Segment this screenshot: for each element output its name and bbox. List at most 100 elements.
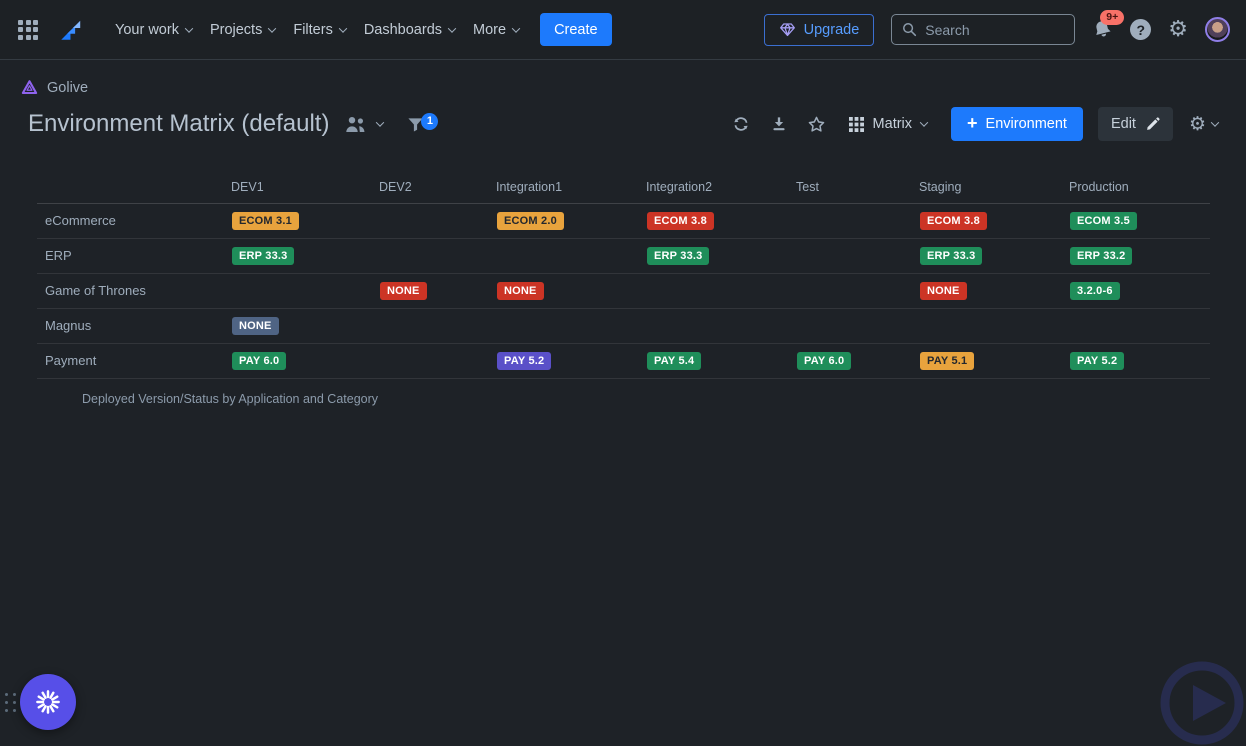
people-icon: [345, 116, 367, 133]
view-selector-dropdown[interactable]: Matrix: [839, 107, 937, 141]
version-badge[interactable]: PAY 5.4: [647, 352, 701, 370]
matrix-cell: [377, 203, 494, 238]
version-badge[interactable]: ECOM 3.8: [647, 212, 714, 230]
version-badge[interactable]: ECOM 2.0: [497, 212, 564, 230]
gear-icon: ⚙: [1168, 19, 1188, 41]
search-box[interactable]: [891, 14, 1075, 45]
top-navbar: Your work Projects Filters Dashboards Mo…: [0, 0, 1246, 60]
refresh-icon: [732, 115, 750, 133]
search-icon: [902, 22, 917, 37]
user-avatar[interactable]: [1205, 17, 1230, 42]
matrix-cell: PAY 5.4: [644, 343, 794, 378]
title-icons: 1: [345, 116, 438, 133]
upgrade-button[interactable]: Upgrade: [764, 14, 875, 46]
shared-with-button[interactable]: [345, 116, 367, 133]
matrix-cell: [644, 273, 794, 308]
matrix-cell: [794, 273, 917, 308]
nav-item-dashboards[interactable]: Dashboards: [355, 14, 464, 46]
matrix-cell: ERP 33.3: [917, 238, 1067, 273]
settings-button[interactable]: ⚙: [1168, 19, 1188, 41]
question-glyph: ?: [1136, 22, 1145, 38]
refresh-button[interactable]: [725, 108, 757, 140]
favorite-button[interactable]: [801, 108, 833, 140]
add-environment-button[interactable]: + Environment: [951, 107, 1083, 141]
matrix-cell: [794, 308, 917, 343]
create-button[interactable]: Create: [540, 13, 612, 46]
jira-logo[interactable]: [58, 17, 84, 43]
nav-item-more[interactable]: More: [464, 14, 528, 46]
matrix-cell: ECOM 3.5: [1067, 203, 1210, 238]
matrix-cell: [229, 273, 377, 308]
search-input[interactable]: [925, 22, 1055, 38]
widget-drag-handle[interactable]: [5, 693, 16, 712]
matrix-caption: Deployed Version/Status by Application a…: [82, 392, 1246, 406]
chevron-down-icon: [1211, 118, 1219, 126]
version-badge[interactable]: PAY 6.0: [232, 352, 286, 370]
column-header: Production: [1067, 175, 1210, 203]
version-badge[interactable]: ECOM 3.8: [920, 212, 987, 230]
matrix-cell: PAY 6.0: [794, 343, 917, 378]
app-name: ERP: [37, 238, 229, 273]
table-row: Magnus NONE: [37, 308, 1210, 343]
version-badge[interactable]: NONE: [920, 282, 967, 300]
primary-nav: Your work Projects Filters Dashboards Mo…: [106, 14, 528, 46]
edit-button[interactable]: Edit: [1098, 107, 1173, 141]
matrix-cell: [794, 203, 917, 238]
matrix-table: DEV1 DEV2 Integration1 Integration2 Test…: [37, 175, 1210, 379]
matrix-settings-dropdown[interactable]: ⚙: [1189, 115, 1218, 134]
version-badge[interactable]: PAY 5.2: [497, 352, 551, 370]
environment-matrix: DEV1 DEV2 Integration1 Integration2 Test…: [37, 175, 1246, 406]
column-header: DEV1: [229, 175, 377, 203]
matrix-cell: ECOM 2.0: [494, 203, 644, 238]
version-badge[interactable]: ERP 33.2: [1070, 247, 1132, 265]
chevron-down-icon[interactable]: [376, 118, 384, 126]
matrix-cell: PAY 5.2: [494, 343, 644, 378]
notifications-button[interactable]: 9+: [1092, 19, 1113, 40]
app-switcher-icon[interactable]: [18, 20, 38, 40]
help-button[interactable]: ?: [1130, 19, 1151, 40]
play-icon: [1159, 660, 1245, 746]
matrix-cell: NONE: [917, 273, 1067, 308]
chevron-down-icon: [512, 24, 520, 32]
nav-item-filters[interactable]: Filters: [284, 14, 354, 46]
chevron-down-icon: [920, 118, 928, 126]
version-badge[interactable]: ECOM 3.1: [232, 212, 299, 230]
matrix-cell: [377, 308, 494, 343]
navbar-right: Upgrade 9+ ? ⚙: [764, 14, 1230, 46]
version-badge[interactable]: ECOM 3.5: [1070, 212, 1137, 230]
nav-item-label: More: [473, 22, 506, 38]
column-header: Test: [794, 175, 917, 203]
filter-button[interactable]: 1: [407, 116, 438, 133]
matrix-cell: [494, 308, 644, 343]
assistant-fab-button[interactable]: [20, 674, 76, 730]
version-badge[interactable]: 3.2.0-6: [1070, 282, 1120, 300]
version-badge[interactable]: NONE: [497, 282, 544, 300]
export-button[interactable]: [763, 108, 795, 140]
table-row: Payment PAY 6.0 PAY 5.2 PAY 5.4 PAY 6.0 …: [37, 343, 1210, 378]
version-badge[interactable]: ERP 33.3: [647, 247, 709, 265]
matrix-cell: PAY 6.0: [229, 343, 377, 378]
sparkle-burst-icon: [35, 689, 61, 715]
table-row: Game of Thrones NONE NONE NONE 3.2.0-6: [37, 273, 1210, 308]
column-header: DEV2: [377, 175, 494, 203]
version-badge[interactable]: ERP 33.3: [232, 247, 294, 265]
app-name: eCommerce: [37, 203, 229, 238]
screen-recording-play-button[interactable]: [1159, 660, 1245, 746]
version-badge[interactable]: ERP 33.3: [920, 247, 982, 265]
version-badge[interactable]: PAY 5.1: [920, 352, 974, 370]
breadcrumb[interactable]: Golive: [20, 78, 1246, 97]
column-header: Staging: [917, 175, 1067, 203]
column-header: Integration2: [644, 175, 794, 203]
gear-icon: ⚙: [1189, 115, 1206, 134]
version-badge[interactable]: PAY 5.2: [1070, 352, 1124, 370]
nav-item-projects[interactable]: Projects: [201, 14, 284, 46]
navbar-left: Your work Projects Filters Dashboards Mo…: [18, 13, 612, 46]
column-header: Integration1: [494, 175, 644, 203]
nav-item-your-work[interactable]: Your work: [106, 14, 201, 46]
question-icon: ?: [1130, 19, 1151, 40]
matrix-cell: [917, 308, 1067, 343]
version-badge[interactable]: NONE: [380, 282, 427, 300]
version-badge[interactable]: NONE: [232, 317, 279, 335]
breadcrumb-app-label: Golive: [47, 80, 88, 96]
version-badge[interactable]: PAY 6.0: [797, 352, 851, 370]
